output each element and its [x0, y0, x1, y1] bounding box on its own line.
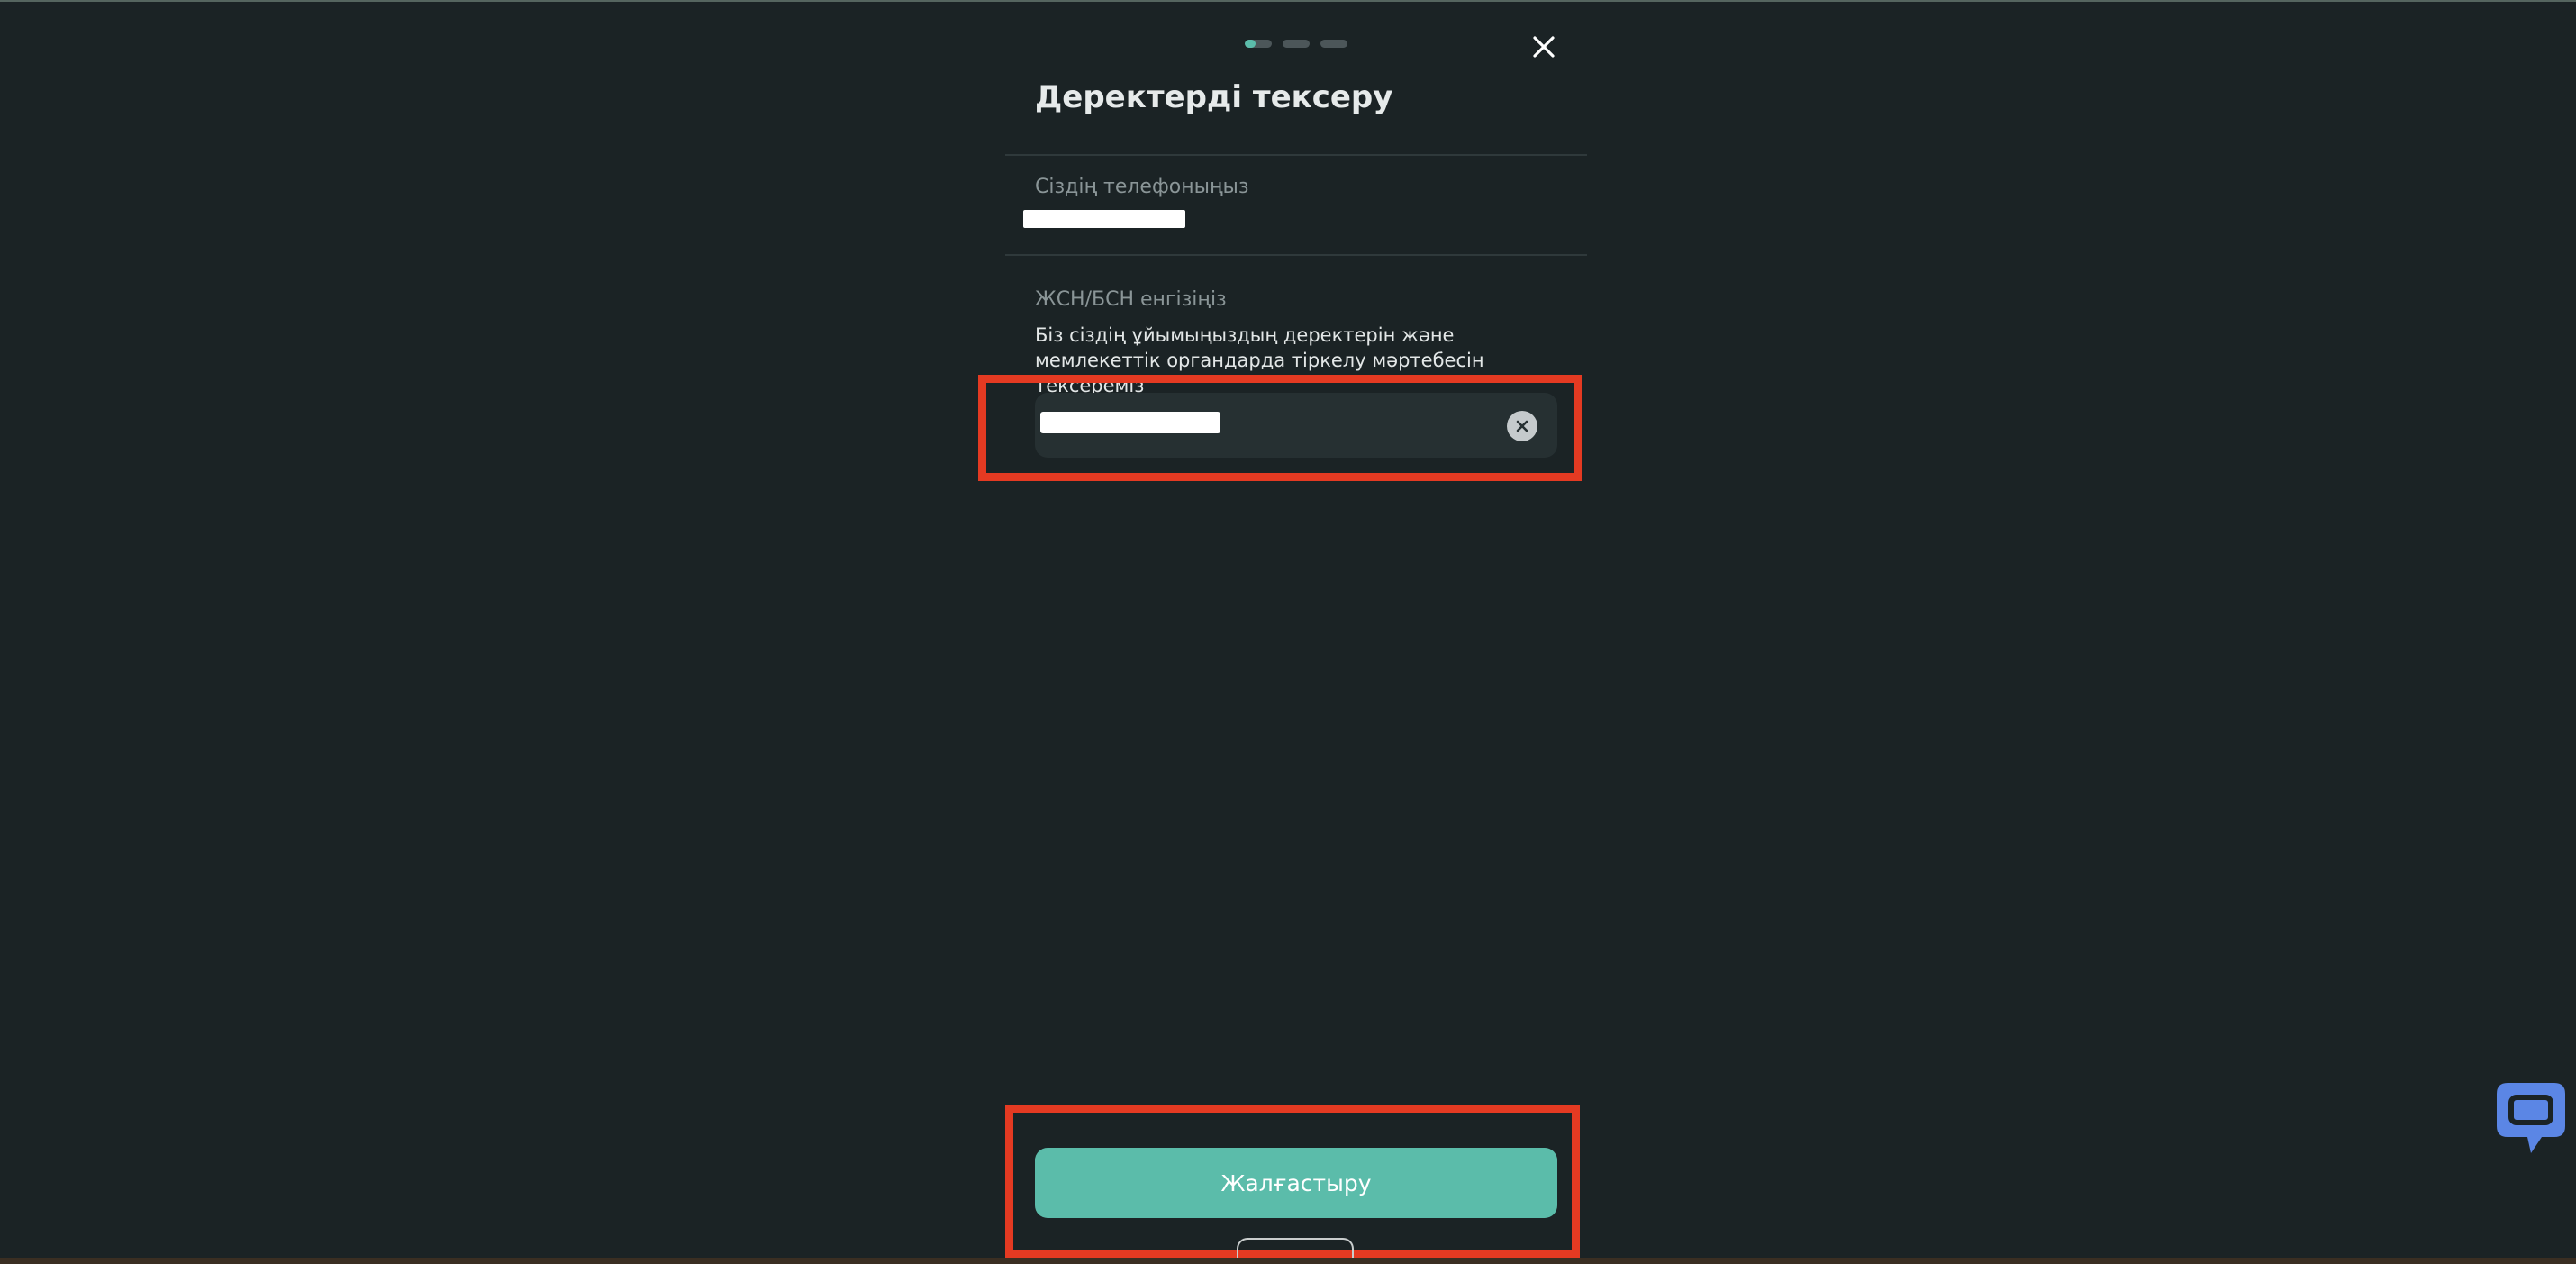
phone-value-redacted [1023, 210, 1185, 228]
chat-icon [2497, 1083, 2565, 1153]
iin-value-redacted [1040, 412, 1220, 433]
stepper-step-1-fill [1245, 40, 1256, 48]
phone-label: Сіздің телефоныңыз [1035, 176, 1249, 198]
bottom-indicator [1237, 1238, 1354, 1258]
stepper-step-3 [1320, 40, 1347, 48]
chat-button[interactable] [2495, 1081, 2567, 1155]
iin-help-text: Біз сіздің ұйымыңыздың деректерін және м… [1035, 324, 1484, 396]
page-title: Деректерді тексеру [1035, 79, 1393, 115]
iin-input-container[interactable] [1035, 393, 1557, 458]
clear-circle-icon [1516, 420, 1528, 432]
stepper-step-1 [1245, 40, 1272, 48]
continue-button[interactable]: Жалғастыру [1035, 1148, 1557, 1218]
close-icon [1533, 36, 1555, 58]
app-window: Деректерді тексеру Сіздің телефоныңыз ЖС… [0, 0, 2576, 1264]
clear-input-button[interactable] [1507, 411, 1537, 441]
divider [1005, 254, 1587, 256]
stepper-step-2 [1283, 40, 1310, 48]
divider [1005, 154, 1587, 156]
iin-label: ЖСН/БСН енгізіңіз [1035, 288, 1227, 311]
close-button[interactable] [1522, 25, 1565, 68]
progress-stepper [1245, 40, 1347, 48]
bottom-strip [0, 1258, 2576, 1264]
